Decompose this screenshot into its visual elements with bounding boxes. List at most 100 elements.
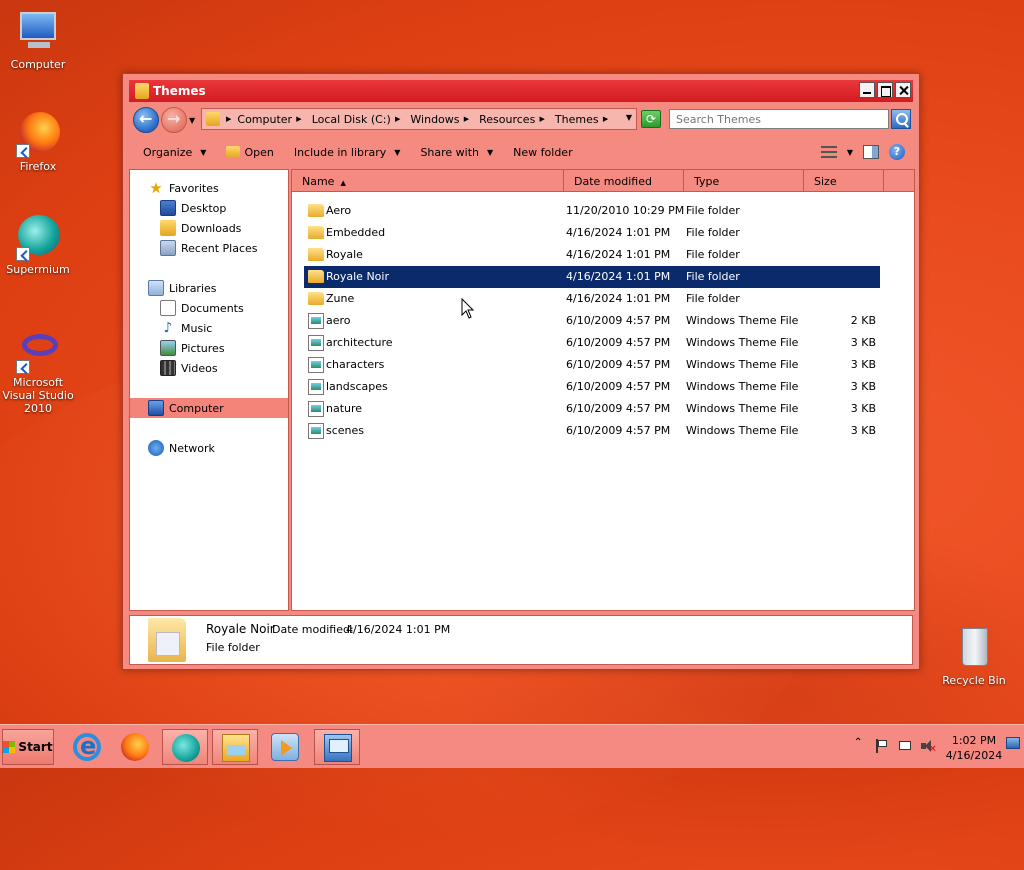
breadcrumb-themes[interactable]: Themes <box>555 113 599 126</box>
nav-documents[interactable]: Documents <box>130 298 288 318</box>
taskbar-media-player[interactable] <box>262 729 308 765</box>
refresh-button[interactable]: ⟳ <box>641 110 661 128</box>
desktop-icon-supermium[interactable]: Supermium <box>0 213 80 276</box>
file-row[interactable]: Aero 11/20/2010 10:29 PM File folder <box>304 200 880 222</box>
file-row[interactable]: scenes 6/10/2009 4:57 PM Windows Theme Fil… <box>304 420 880 442</box>
sort-ascending-icon: ▲ <box>340 179 346 187</box>
breadcrumb-local-disk[interactable]: Local Disk (C:) <box>312 113 391 126</box>
nav-computer[interactable]: Computer <box>130 398 288 418</box>
taskbar-internet-explorer[interactable] <box>64 729 110 765</box>
search-input[interactable] <box>669 109 889 129</box>
open-button[interactable]: Open <box>226 145 274 159</box>
taskbar-remote-desktop[interactable] <box>314 729 360 765</box>
file-row[interactable]: Royale 4/16/2024 1:01 PM File folder <box>304 244 880 266</box>
nav-pictures[interactable]: Pictures <box>130 338 288 358</box>
chevron-right-icon[interactable]: ▶ <box>462 115 469 123</box>
command-bar: Organize ▼ Open Include in library ▼ Share… <box>129 138 913 166</box>
volume-muted-icon[interactable]: × <box>920 739 937 754</box>
file-name: architecture <box>326 336 393 349</box>
nav-label: Videos <box>181 361 218 375</box>
address-dropdown-icon[interactable]: ▼ <box>626 113 632 122</box>
folder-icon <box>135 83 149 99</box>
nav-label: Documents <box>181 301 244 315</box>
file-row[interactable]: aero 6/10/2009 4:57 PM Windows Theme File 2… <box>304 310 880 332</box>
action-center-flag-icon[interactable] <box>874 739 888 753</box>
back-button[interactable] <box>133 107 159 133</box>
column-header-type[interactable]: Type <box>684 170 804 192</box>
forward-button[interactable] <box>161 107 187 133</box>
file-size: 2 KB <box>850 314 876 327</box>
breadcrumb-resources[interactable]: Resources <box>479 113 535 126</box>
chevron-right-icon[interactable]: ▶ <box>294 115 301 123</box>
start-button[interactable]: Start <box>2 729 54 765</box>
file-type: File folder <box>686 248 740 261</box>
chevron-right-icon[interactable]: ▶ <box>601 115 608 123</box>
title-bar[interactable]: Themes <box>129 80 913 102</box>
close-button[interactable] <box>895 82 911 98</box>
file-date-modified: 6/10/2009 4:57 PM <box>566 380 671 393</box>
recent-pages-chevron-icon[interactable]: ▼ <box>189 116 195 125</box>
chevron-right-icon[interactable]: ▶ <box>226 115 231 123</box>
preview-pane-icon[interactable] <box>863 145 879 159</box>
documents-icon <box>160 300 176 316</box>
file-size: 3 KB <box>850 358 876 371</box>
file-row[interactable]: Zune 4/16/2024 1:01 PM File folder <box>304 288 880 310</box>
nav-favorites[interactable]: ★ Favorites <box>130 178 288 198</box>
details-date-value: 4/16/2024 1:01 PM <box>346 623 451 636</box>
clock[interactable]: 1:02 PM 4/16/2024 <box>944 733 1004 763</box>
recent-places-icon <box>160 240 176 256</box>
file-row[interactable]: Royale Noir 4/16/2024 1:01 PM File folder <box>304 266 880 288</box>
search-icon[interactable] <box>891 109 911 129</box>
desktop-icon-computer[interactable]: Computer <box>0 8 80 71</box>
minimize-button[interactable] <box>859 82 875 98</box>
show-hidden-icons-chevron-icon[interactable]: ⌃ <box>854 737 868 751</box>
nav-network[interactable]: Network <box>130 438 288 458</box>
videos-icon <box>160 360 176 376</box>
taskbar-explorer[interactable] <box>212 729 258 765</box>
nav-libraries[interactable]: Libraries <box>130 278 288 298</box>
theme-file-icon <box>308 335 324 351</box>
column-header-date[interactable]: Date modified <box>564 170 684 192</box>
desktop-icon-recycle-bin[interactable]: Recycle Bin <box>932 624 1016 687</box>
nav-videos[interactable]: Videos <box>130 358 288 378</box>
breadcrumb-windows[interactable]: Windows <box>410 113 459 126</box>
desktop-icon-visual-studio[interactable]: Microsoft Visual Studio 2010 <box>0 326 80 415</box>
organize-button[interactable]: Organize ▼ <box>143 146 206 159</box>
file-row[interactable]: characters 6/10/2009 4:57 PM Windows Theme… <box>304 354 880 376</box>
clock-time: 1:02 PM <box>951 734 997 747</box>
taskbar-supermium[interactable] <box>162 729 208 765</box>
column-header-name[interactable]: Name ▲ <box>292 170 564 192</box>
nav-music[interactable]: ♪ Music <box>130 318 288 338</box>
chevron-down-icon[interactable]: ▼ <box>847 148 853 157</box>
show-desktop-button[interactable] <box>1006 737 1020 749</box>
chevron-right-icon[interactable]: ▶ <box>393 115 400 123</box>
open-label: Open <box>244 145 274 159</box>
file-row[interactable]: architecture 6/10/2009 4:57 PM Windows The… <box>304 332 880 354</box>
folder-icon <box>148 618 186 662</box>
change-view-icon[interactable] <box>820 146 837 158</box>
navigation-pane: ★ Favorites Desktop Downloads Recent Plac… <box>129 169 289 611</box>
new-folder-button[interactable]: New folder <box>513 146 572 159</box>
help-icon[interactable]: ? <box>889 144 905 160</box>
file-row[interactable]: Embedded 4/16/2024 1:01 PM File folder <box>304 222 880 244</box>
file-date-modified: 6/10/2009 4:57 PM <box>566 402 671 415</box>
chevron-down-icon: ▼ <box>487 147 494 157</box>
breadcrumb-computer[interactable]: Computer <box>237 113 292 126</box>
nav-desktop[interactable]: Desktop <box>130 198 288 218</box>
nav-recent-places[interactable]: Recent Places <box>130 238 288 258</box>
desktop-icon-label: Recycle Bin <box>942 674 1006 687</box>
nav-downloads[interactable]: Downloads <box>130 218 288 238</box>
desktop-icon-firefox[interactable]: Firefox <box>0 110 80 173</box>
file-name: aero <box>326 314 351 327</box>
include-in-library-button[interactable]: Include in library ▼ <box>294 146 401 159</box>
file-row[interactable]: landscapes 6/10/2009 4:57 PM Windows Theme… <box>304 376 880 398</box>
maximize-button[interactable] <box>877 82 893 98</box>
share-with-button[interactable]: Share with ▼ <box>420 146 493 159</box>
chevron-right-icon[interactable]: ▶ <box>537 115 545 123</box>
address-bar[interactable]: ▶ Computer ▶ Local Disk (C:) ▶ Windows ▶… <box>201 108 637 130</box>
network-status-icon[interactable] <box>898 739 912 753</box>
file-row[interactable]: nature 6/10/2009 4:57 PM Windows Theme Fil… <box>304 398 880 420</box>
column-header-size[interactable]: Size <box>804 170 884 192</box>
theme-file-icon <box>308 313 324 329</box>
taskbar-firefox[interactable] <box>112 729 158 765</box>
